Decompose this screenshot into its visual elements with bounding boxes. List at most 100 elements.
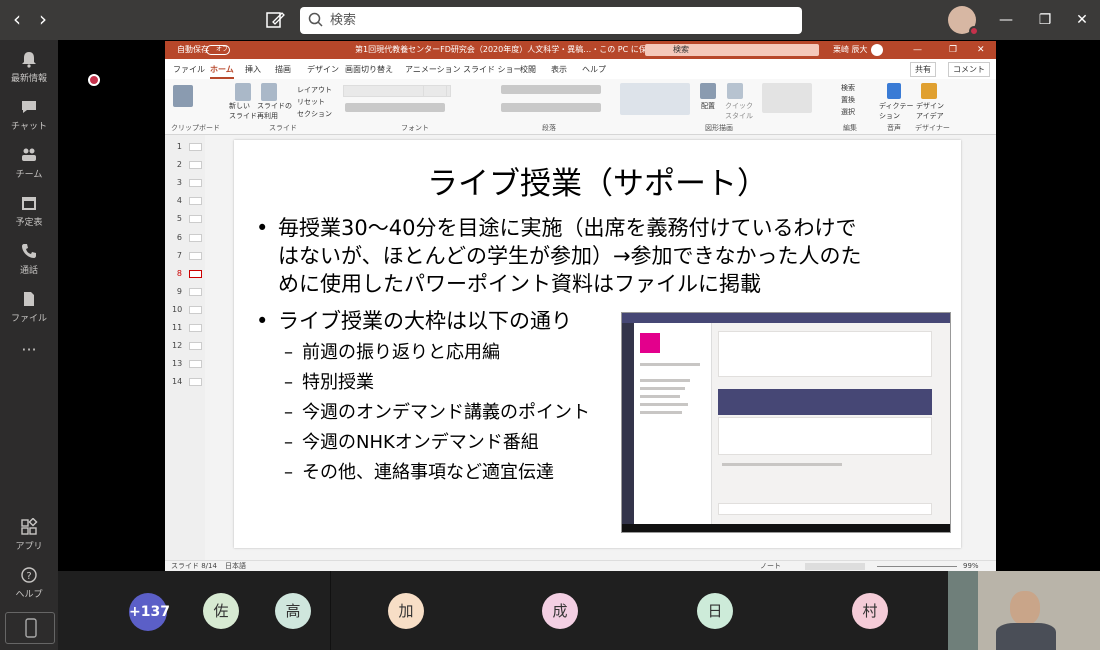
slide-thumbnail-image [189,233,202,242]
rail-item-calls[interactable]: 通話 [0,238,58,284]
slide-thumbnail-image [189,269,202,278]
shape-gallery[interactable] [620,83,690,115]
sub-bullet: – 前週の振り返りと応用編 [284,342,500,363]
slide-thumbnail[interactable]: 13 [169,359,203,369]
find-button[interactable]: 検索 [841,83,855,93]
more-participants-badge[interactable]: +137 [129,593,170,631]
slide-thumbnail[interactable]: 11 [169,323,203,333]
participant-avatar[interactable]: 加 [388,593,424,629]
section-button[interactable]: セクション [297,109,332,119]
font-size-select[interactable] [423,85,447,97]
paste-icon[interactable] [173,85,193,107]
sub-bullet: – 今週のオンデマンド講義のポイント [284,402,590,423]
slide-title: ライブ授業（サポート） [427,166,768,202]
user-avatar[interactable] [948,6,979,36]
share-button[interactable]: 共有 [910,62,936,77]
tab-view[interactable]: 表示 [551,64,567,75]
slide-thumbnail[interactable]: 4 [169,196,203,206]
ppt-search-box[interactable]: 検索 [645,44,819,56]
minimize-icon[interactable]: — [996,10,1016,30]
ppt-restore-icon[interactable]: ❐ [949,41,957,59]
comment-button[interactable]: コメント [948,62,990,77]
participant-avatar[interactable]: 日 [697,593,733,629]
arrange-icon[interactable] [700,83,716,99]
ppt-user-avatar[interactable] [871,44,883,56]
document-title: 第1回現代教養センターFD研究会（2020年度）人文科学・異稿…・この PC に… [355,45,655,54]
rail-item-calendar[interactable]: 予定表 [0,190,58,236]
slide-thumbnail[interactable]: 5 [169,214,203,224]
slide-thumbnail[interactable]: 8 [169,269,203,279]
slide-thumbnail[interactable]: 6 [169,233,203,243]
participant-avatar[interactable]: 佐 [203,593,239,629]
forward-arrow-icon[interactable]: › [32,8,54,32]
tab-review[interactable]: 校閲 [520,64,536,75]
tab-transitions[interactable]: 画面切り替え [345,64,393,75]
rail-item-chat[interactable]: チャット [0,94,58,140]
slide-thumbnail-image [189,179,202,188]
ppt-minimize-icon[interactable]: — [913,41,922,59]
rail-item-apps[interactable]: アプリ [0,514,58,560]
view-buttons[interactable] [805,563,865,570]
quick-style-icon[interactable] [727,83,743,99]
tab-draw[interactable]: 描画 [275,64,291,75]
layout-button[interactable]: レイアウト [297,85,332,95]
search-placeholder: 検索 [330,13,357,28]
slide-number: 7 [176,250,182,260]
back-arrow-icon[interactable]: ‹ [6,8,28,32]
slide-number: 6 [176,232,182,242]
rail-item-teams[interactable]: チーム [0,142,58,188]
slide-thumbnail[interactable]: 12 [169,341,203,351]
group-clipboard: クリップボード [171,124,220,132]
slide-thumbnail[interactable]: 14 [169,377,203,387]
list-buttons[interactable] [501,85,601,94]
teams-app-bar: 最新情報 チャット チーム 予定表 通話 ファイル ··· アプリ ? ヘルプ [0,40,58,650]
reset-button[interactable]: リセット [297,97,325,107]
zoom-slider[interactable] [877,566,957,567]
rail-item-help[interactable]: ? ヘルプ [0,562,58,608]
device-icon[interactable] [5,612,55,644]
select-button[interactable]: 選択 [841,107,855,117]
slide-number: 11 [172,323,183,332]
participant-avatar[interactable]: 成 [542,593,578,629]
more-apps-icon[interactable]: ··· [0,340,58,386]
participant-avatar[interactable]: 高 [275,593,311,629]
microphone-icon[interactable] [887,83,901,99]
restore-icon[interactable]: ❐ [1035,10,1055,30]
bell-icon [22,52,36,68]
slide-thumbnail[interactable]: 1 [169,142,203,152]
participant-avatar[interactable]: 村 [852,593,888,629]
tab-insert[interactable]: 挿入 [245,64,261,75]
slide-thumbnail[interactable]: 2 [169,160,203,170]
tab-help[interactable]: ヘルプ [582,64,606,75]
slide-number: 8 [176,268,182,278]
designer-icon[interactable] [921,83,937,99]
close-icon[interactable]: ✕ [1072,10,1092,30]
autosave-toggle[interactable]: オフ [206,45,230,55]
tab-file[interactable]: ファイル [173,64,205,75]
slide-thumbnail-image [189,324,202,332]
tab-animations[interactable]: アニメーション [405,64,461,75]
rail-item-activity[interactable]: 最新情報 [0,46,58,92]
ppt-close-icon[interactable]: ✕ [977,41,985,59]
tab-design[interactable]: デザイン [307,64,339,75]
slide-thumbnail[interactable]: 7 [169,251,203,261]
new-slide-icon[interactable] [235,83,251,101]
tab-home[interactable]: ホーム [210,64,234,79]
shape-format-buttons[interactable] [762,83,812,113]
search-input[interactable]: 検索 [300,7,802,34]
dictate-label: ディクテー ション [879,102,914,120]
slide-thumbnail-image [189,378,202,387]
reuse-slides-icon[interactable] [261,83,277,101]
chat-icon [22,101,36,113]
rail-item-files[interactable]: ファイル [0,286,58,332]
slide-thumbnail[interactable]: 10 [169,305,203,315]
slide-thumbnail[interactable]: 9 [169,287,203,297]
replace-button[interactable]: 置換 [841,95,855,105]
compose-icon[interactable] [264,9,286,31]
phone-icon [22,244,36,258]
search-icon [308,12,323,27]
tab-slideshow[interactable]: スライド ショー [463,64,522,75]
font-format-buttons[interactable] [345,103,445,112]
alignment-buttons[interactable] [501,103,601,112]
slide-thumbnail[interactable]: 3 [169,178,203,188]
